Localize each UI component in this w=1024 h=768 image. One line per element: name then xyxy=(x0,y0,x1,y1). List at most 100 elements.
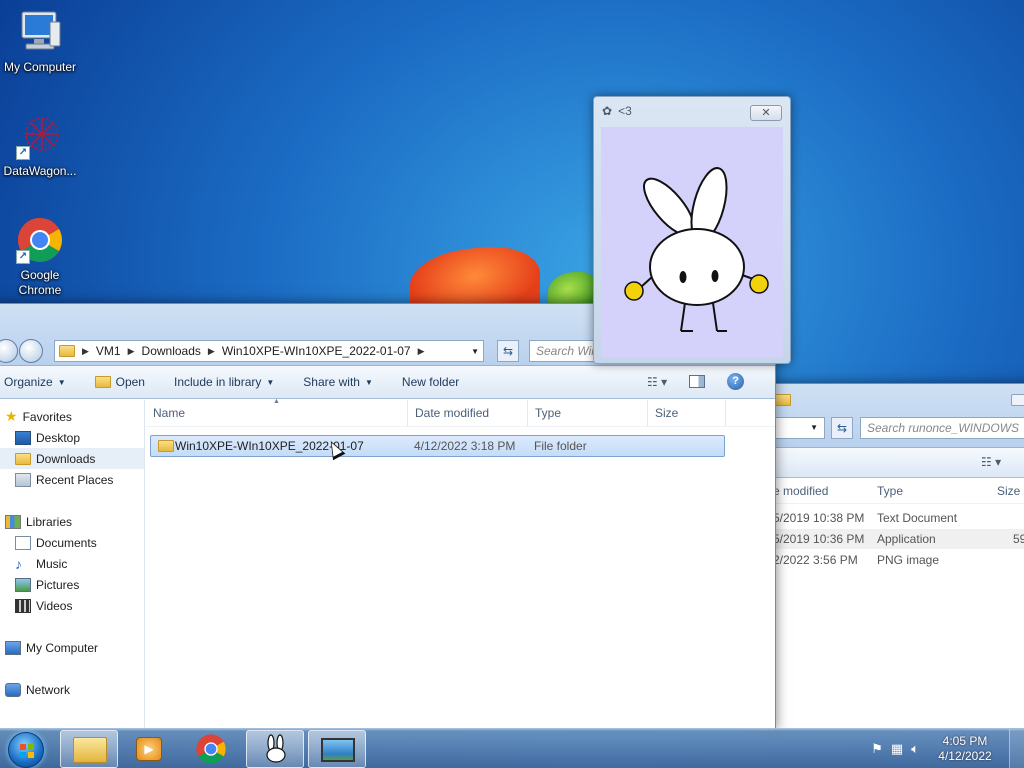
address-dropdown-icon[interactable]: ▼ xyxy=(471,347,479,356)
datawagon-icon: ↗ xyxy=(16,112,64,160)
column-type[interactable]: Type xyxy=(528,400,648,426)
taskbar: ▶ ⚑ ▦ 🔈︎ 4:05 PM 4/12/2022 xyxy=(0,728,1024,768)
chevron-down-icon: ▼ xyxy=(57,377,66,387)
action-center-flag-icon[interactable]: ⚑ xyxy=(871,741,883,757)
windows-logo-icon xyxy=(20,744,34,758)
back-list-item[interactable]: 5/2019 10:38 PM Text Document xyxy=(761,508,1024,528)
bunny-popup-window[interactable]: ✿ <3 ✕ xyxy=(593,96,791,364)
open-button[interactable]: Open xyxy=(94,375,145,389)
network-tray-icon[interactable]: ▦ xyxy=(891,741,903,757)
refresh-button[interactable]: ⇆ xyxy=(497,340,519,362)
sort-arrow-icon: ▲ xyxy=(273,398,280,405)
explorer-window-background[interactable]: ▼ ⇆ Search runonce_WINDOWS ☷ ▾ e modifie… xyxy=(760,383,1024,731)
shortcut-arrow-icon: ↗ xyxy=(16,250,30,264)
back-search-input[interactable]: Search runonce_WINDOWS xyxy=(860,417,1024,439)
desktop-icon-label: Google Chrome xyxy=(18,268,62,297)
column-size[interactable]: Size xyxy=(648,400,726,426)
nav-music[interactable]: ♪ Music xyxy=(0,553,144,574)
system-tray: ⚑ ▦ 🔈︎ 4:05 PM 4/12/2022 xyxy=(871,729,1024,768)
pictures-icon xyxy=(15,577,31,592)
close-button[interactable]: ✕ xyxy=(750,105,782,121)
chrome-icon xyxy=(196,734,226,764)
share-with-button[interactable]: Share with ▼ xyxy=(303,375,373,389)
breadcrumb-item[interactable]: Win10XPE-WIn10XPE_2022-01-07 xyxy=(222,344,411,358)
start-button[interactable] xyxy=(8,732,44,768)
image-viewer-icon xyxy=(321,738,355,762)
desktop-icon xyxy=(15,430,31,445)
list-item[interactable]: Win10XPE-WIn10XPE_2022-01-07 4/12/2022 3… xyxy=(150,435,725,457)
media-player-icon: ▶ xyxy=(136,737,162,761)
taskbar-image-viewer-button[interactable] xyxy=(308,730,366,768)
back-column-size[interactable]: Size xyxy=(997,484,1020,498)
explorer-window[interactable]: ▶ VM1 ▶ Downloads ▶ Win10XPE-WIn10XPE_20… xyxy=(0,303,776,731)
organize-button[interactable]: Organize ▼ xyxy=(4,375,66,389)
nav-my-computer[interactable]: My Computer xyxy=(0,637,144,658)
back-list-item[interactable]: 2/2022 3:56 PM PNG image xyxy=(761,550,1024,570)
view-options-icon[interactable]: ☷ ▾ xyxy=(647,375,667,389)
chevron-right-icon: ▶ xyxy=(207,345,215,356)
desktop-icon-datawagon[interactable]: ↗ DataWagon... xyxy=(0,112,80,179)
nav-desktop[interactable]: Desktop xyxy=(0,427,144,448)
computer-icon xyxy=(5,640,21,655)
nav-documents[interactable]: Documents xyxy=(0,532,144,553)
nav-favorites[interactable]: ★ Favorites xyxy=(0,406,144,427)
taskbar-media-player-button[interactable]: ▶ xyxy=(120,730,178,768)
nav-pictures[interactable]: Pictures xyxy=(0,574,144,595)
chevron-down-icon: ▼ xyxy=(266,377,275,387)
breadcrumb-item[interactable]: VM1 xyxy=(96,344,121,358)
nav-libraries[interactable]: Libraries xyxy=(0,511,144,532)
taskbar-explorer-button[interactable] xyxy=(60,730,118,768)
nav-network[interactable]: Network xyxy=(0,679,144,700)
clock[interactable]: 4:05 PM 4/12/2022 xyxy=(933,734,997,764)
nav-downloads[interactable]: Downloads xyxy=(0,448,144,469)
forward-button[interactable] xyxy=(19,339,43,363)
clock-time: 4:05 PM xyxy=(942,734,988,748)
address-bar[interactable]: ▶ VM1 ▶ Downloads ▶ Win10XPE-WIn10XPE_20… xyxy=(54,340,484,362)
network-icon xyxy=(5,682,21,697)
view-options-icon[interactable]: ☷ ▾ xyxy=(981,455,1001,469)
desktop-icon-my-computer[interactable]: My Computer xyxy=(0,8,80,75)
nav-videos[interactable]: Videos xyxy=(0,595,144,616)
computer-icon xyxy=(16,8,64,56)
back-column-date[interactable]: e modified xyxy=(773,484,828,498)
taskbar-chrome-button[interactable] xyxy=(182,730,240,768)
column-date-modified[interactable]: Date modified xyxy=(408,400,528,426)
column-header-row: ▲ Name Date modified Type Size xyxy=(146,398,775,427)
include-in-library-button[interactable]: Include in library ▼ xyxy=(174,375,274,389)
back-list-item[interactable]: 5/2019 10:36 PM Application 59 xyxy=(761,529,1024,549)
volume-icon[interactable]: 🔈︎ xyxy=(911,741,919,757)
downloads-folder-icon xyxy=(15,452,31,465)
folder-icon xyxy=(94,376,111,388)
desktop-icon-label: My Computer xyxy=(3,60,77,74)
taskbar-bunny-button[interactable] xyxy=(246,730,304,768)
navigation-pane: ★ Favorites Desktop Downloads Recent Pla… xyxy=(0,400,145,730)
list-item-type: File folder xyxy=(534,439,587,453)
file-list: ▲ Name Date modified Type Size Win10XPE-… xyxy=(146,398,775,730)
chevron-right-icon: ▶ xyxy=(127,345,135,356)
desktop-icon-google-chrome[interactable]: ↗ Google Chrome xyxy=(0,216,80,298)
chevron-down-icon: ▼ xyxy=(364,377,373,387)
chevron-right-icon: ▶ xyxy=(82,345,89,356)
music-icon: ♪ xyxy=(15,555,22,572)
folder-icon xyxy=(73,737,107,763)
maximize-button[interactable] xyxy=(1011,394,1024,406)
help-icon[interactable]: ? xyxy=(727,373,745,390)
popup-title: <3 xyxy=(618,104,632,118)
show-desktop-button[interactable] xyxy=(1009,729,1024,768)
star-icon: ★ xyxy=(5,408,18,424)
desktop-icon-label: DataWagon... xyxy=(3,164,77,178)
bunny-icon xyxy=(266,734,286,763)
back-button[interactable] xyxy=(0,339,18,363)
folder-icon xyxy=(158,440,174,452)
nav-recent-places[interactable]: Recent Places xyxy=(0,469,144,490)
breadcrumb-item[interactable]: Downloads xyxy=(142,344,201,358)
chevron-right-icon: ▶ xyxy=(417,345,425,356)
refresh-button[interactable]: ⇆ xyxy=(831,417,853,439)
new-folder-button[interactable]: New folder xyxy=(402,375,459,389)
search-input[interactable]: Search Win xyxy=(529,340,599,362)
folder-icon xyxy=(59,345,75,357)
documents-icon xyxy=(15,535,31,550)
back-column-header: e modified Type Size xyxy=(761,478,1024,504)
back-column-type[interactable]: Type xyxy=(877,484,903,498)
preview-pane-icon[interactable] xyxy=(689,375,706,388)
